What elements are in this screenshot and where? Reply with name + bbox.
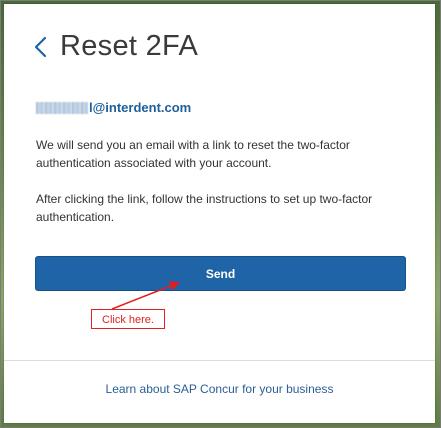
footer-divider bbox=[4, 360, 435, 361]
back-button[interactable] bbox=[32, 34, 50, 60]
click-here-callout: Click here. bbox=[91, 309, 165, 329]
instruction-paragraph-2: After clicking the link, follow the inst… bbox=[36, 192, 373, 224]
reset-2fa-card: Reset 2FA l@interdent.com We will send y… bbox=[4, 4, 435, 423]
chevron-left-icon bbox=[34, 36, 47, 58]
instruction-paragraph-1: We will send you an email with a link to… bbox=[36, 138, 350, 170]
learn-about-sap-concur-link[interactable]: Learn about SAP Concur for your business bbox=[4, 382, 435, 396]
email-suffix: l@interdent.com bbox=[89, 100, 192, 115]
email-redaction bbox=[36, 101, 88, 114]
page-title: Reset 2FA bbox=[60, 30, 199, 62]
account-email: l@interdent.com bbox=[36, 100, 191, 115]
send-button[interactable]: Send bbox=[35, 256, 406, 291]
